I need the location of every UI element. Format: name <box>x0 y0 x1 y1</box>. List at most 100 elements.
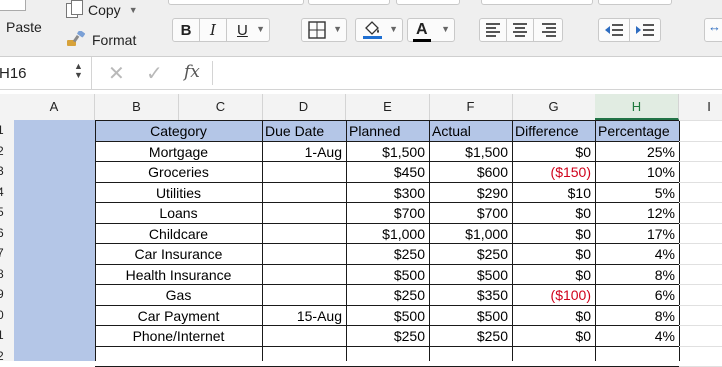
italic-button[interactable]: I <box>199 18 227 42</box>
category-cell[interactable]: Childcare <box>95 224 262 244</box>
column-header-h[interactable]: H <box>595 94 679 120</box>
difference-cell[interactable]: $0 <box>512 142 595 162</box>
category-cell[interactable]: Groceries <box>95 162 262 182</box>
difference-cell[interactable]: ($100) <box>512 285 595 305</box>
header-cell-planned[interactable]: Planned <box>346 121 429 141</box>
font-size-dropdown[interactable] <box>308 0 390 5</box>
column-header-i[interactable]: I <box>679 94 722 120</box>
actual-cell[interactable]: $600 <box>429 162 512 182</box>
category-cell[interactable]: Gas <box>95 285 262 305</box>
format-painter-button[interactable]: Format <box>66 30 136 50</box>
category-cell[interactable]: Car Payment <box>95 306 262 326</box>
underline-button[interactable]: U ▼ <box>226 18 270 42</box>
header-cell-actual[interactable]: Actual <box>429 121 512 141</box>
planned-cell[interactable]: $500 <box>346 306 429 326</box>
percentage-cell[interactable]: 8% <box>595 265 679 285</box>
planned-cell[interactable]: $250 <box>346 244 429 264</box>
due-date-cell[interactable]: 15-Aug <box>262 306 346 326</box>
underline-dropdown-caret-icon[interactable]: ▼ <box>256 24 265 34</box>
actual-cell[interactable]: $350 <box>429 285 512 305</box>
name-box-stepper-icon[interactable]: ▲ ▼ <box>74 62 83 80</box>
name-box[interactable]: H16 ▲ ▼ <box>0 57 92 89</box>
row-header-5[interactable]: 5 <box>0 205 11 219</box>
font-size-buttons[interactable] <box>396 0 460 5</box>
due-date-cell[interactable] <box>262 285 346 305</box>
due-date-cell[interactable] <box>262 326 346 346</box>
planned-cell[interactable]: $250 <box>346 326 429 346</box>
due-date-cell[interactable] <box>262 183 346 203</box>
due-date-cell[interactable] <box>262 162 346 182</box>
row-header-8[interactable]: 8 <box>0 267 11 281</box>
enter-checkmark-icon[interactable]: ✓ <box>146 61 163 86</box>
percentage-cell[interactable]: 25% <box>595 142 679 162</box>
actual-cell[interactable]: $1,000 <box>429 224 512 244</box>
row-header-9[interactable]: 9 <box>0 287 11 301</box>
category-cell[interactable]: Car Insurance <box>95 244 262 264</box>
column-header-e[interactable]: E <box>346 94 430 120</box>
header-cell-difference[interactable]: Difference <box>512 121 595 141</box>
bold-button[interactable]: B <box>172 18 200 42</box>
row-header-4[interactable]: 4 <box>0 185 11 199</box>
planned-cell[interactable]: $1,000 <box>346 224 429 244</box>
row-header-12[interactable]: 2 <box>0 349 11 363</box>
actual-cell[interactable]: $500 <box>429 265 512 285</box>
category-cell[interactable]: Phone/Internet <box>95 326 262 346</box>
column-header-b[interactable]: B <box>95 94 179 120</box>
formula-input[interactable] <box>220 63 714 85</box>
column-header-a[interactable]: A <box>14 94 95 120</box>
actual-cell[interactable]: $250 <box>429 244 512 264</box>
fill-color-dropdown-caret-icon[interactable]: ▼ <box>389 24 398 34</box>
planned-cell[interactable]: $500 <box>346 265 429 285</box>
category-cell[interactable]: Utilities <box>95 183 262 203</box>
row-header-1[interactable]: 1 <box>0 123 11 137</box>
due-date-cell[interactable]: 1-Aug <box>262 142 346 162</box>
insert-function-icon[interactable]: fx <box>184 62 200 82</box>
row-header-10[interactable]: 0 <box>0 308 11 322</box>
difference-cell[interactable]: $0 <box>512 224 595 244</box>
difference-cell[interactable]: $0 <box>512 326 595 346</box>
header-cell-percentage[interactable]: Percentage <box>595 121 679 141</box>
difference-cell[interactable]: $0 <box>512 306 595 326</box>
header-cell-category[interactable]: Category <box>95 121 262 141</box>
percentage-cell[interactable]: 10% <box>595 162 679 182</box>
column-header-f[interactable]: F <box>429 94 513 120</box>
planned-cell[interactable]: $700 <box>346 203 429 223</box>
actual-cell[interactable]: $500 <box>429 306 512 326</box>
category-cell[interactable]: Health Insurance <box>95 265 262 285</box>
row-header-2[interactable]: 2 <box>0 144 11 158</box>
borders-dropdown-caret-icon[interactable]: ▼ <box>333 24 342 34</box>
difference-cell[interactable]: $0 <box>512 244 595 264</box>
row-header-3[interactable]: 3 <box>0 164 11 178</box>
alignment-top-buttons[interactable] <box>481 0 593 5</box>
percentage-cell[interactable]: 12% <box>595 203 679 223</box>
percentage-cell[interactable]: 4% <box>595 326 679 346</box>
due-date-cell[interactable] <box>262 244 346 264</box>
category-cell[interactable]: Mortgage <box>95 142 262 162</box>
column-a-fill[interactable] <box>14 120 95 361</box>
planned-cell[interactable]: $450 <box>346 162 429 182</box>
percentage-cell[interactable]: 8% <box>595 306 679 326</box>
percentage-cell[interactable]: 17% <box>595 224 679 244</box>
align-left-button[interactable] <box>479 18 507 42</box>
difference-cell[interactable]: $0 <box>512 203 595 223</box>
cancel-icon[interactable]: ✕ <box>108 61 125 86</box>
category-cell[interactable]: Loans <box>95 203 262 223</box>
difference-cell[interactable]: $0 <box>512 265 595 285</box>
borders-button[interactable]: ▼ <box>301 18 347 42</box>
font-color-button[interactable]: A ▼ <box>407 18 455 42</box>
percentage-cell[interactable]: 4% <box>595 244 679 264</box>
align-right-button[interactable] <box>533 18 563 42</box>
increase-indent-button[interactable] <box>629 18 661 42</box>
column-header-d[interactable]: D <box>262 94 346 120</box>
planned-cell[interactable]: $300 <box>346 183 429 203</box>
font-color-dropdown-caret-icon[interactable]: ▼ <box>441 24 450 34</box>
due-date-cell[interactable] <box>262 224 346 244</box>
planned-cell[interactable]: $1,500 <box>346 142 429 162</box>
clipboard-icon[interactable] <box>0 0 26 11</box>
actual-cell[interactable]: $290 <box>429 183 512 203</box>
column-header-c[interactable]: C <box>179 94 263 120</box>
copy-dropdown-caret-icon[interactable]: ▼ <box>129 5 138 15</box>
header-cell-due-date[interactable]: Due Date <box>262 121 346 141</box>
row-header-6[interactable]: 6 <box>0 226 11 240</box>
planned-cell[interactable]: $250 <box>346 285 429 305</box>
